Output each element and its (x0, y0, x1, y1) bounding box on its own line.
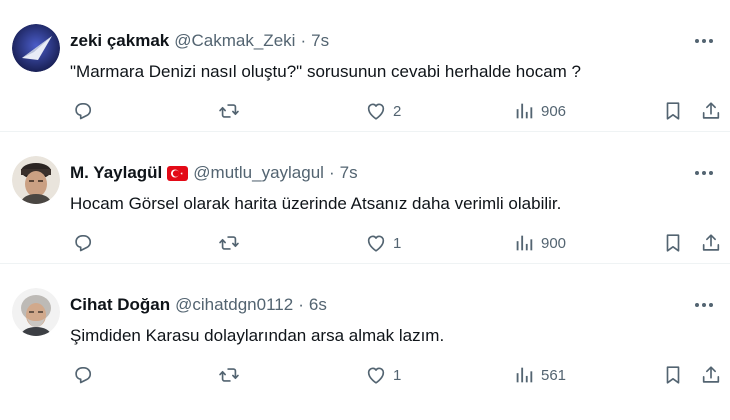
bookmark-icon (666, 366, 680, 384)
more-dots-icon (695, 39, 713, 43)
avatar-zeki[interactable] (12, 24, 60, 72)
more-button[interactable] (692, 294, 716, 316)
more-dots-icon (695, 171, 713, 175)
author-name[interactable]: M. Yaylagül (70, 163, 162, 183)
retweet-button[interactable] (218, 363, 246, 387)
retweet-icon (219, 368, 239, 382)
timestamp[interactable]: 7s (340, 163, 358, 183)
turkey-flag-icon (167, 165, 189, 181)
separator-dot: · (300, 31, 307, 50)
action-bar: 1 900 (0, 231, 730, 255)
more-dots-icon (695, 303, 713, 307)
like-button[interactable]: 1 (365, 231, 401, 255)
author-name[interactable]: zeki çakmak (70, 31, 169, 51)
reply-button[interactable] (72, 363, 100, 387)
share-icon (702, 102, 720, 119)
retweet-icon (219, 236, 239, 250)
tweet-2[interactable]: M. Yaylagül @mutlu_yaylagul · 7s Hocam G… (0, 132, 730, 264)
like-count: 1 (393, 366, 402, 384)
tweet-text: "Marmara Denizi nasıl oluştu?" sorusunun… (70, 62, 582, 81)
reply-icon (75, 103, 92, 120)
paper-plane-avatar-icon (12, 24, 60, 72)
author-handle[interactable]: @Cakmak_Zeki (174, 31, 295, 51)
views-count: 561 (541, 366, 567, 384)
heart-icon (367, 103, 385, 120)
reply-icon (75, 235, 92, 252)
views-button[interactable]: 561 (513, 363, 566, 387)
avatar-yaylagul[interactable] (12, 156, 60, 204)
reply-button[interactable] (72, 99, 100, 123)
reply-icon (75, 367, 92, 384)
author-name[interactable]: Cihat Doğan (70, 295, 170, 315)
share-button[interactable] (700, 99, 722, 123)
share-button[interactable] (700, 231, 722, 255)
views-count: 906 (541, 102, 567, 120)
like-button[interactable]: 2 (365, 99, 401, 123)
reply-button[interactable] (72, 231, 100, 255)
retweet-button[interactable] (218, 99, 246, 123)
retweet-button[interactable] (218, 231, 246, 255)
heart-icon (367, 367, 385, 384)
tweet-text: Hocam Görsel olarak harita üzerinde Atsa… (70, 194, 562, 213)
tweet-1[interactable]: zeki çakmak @Cakmak_Zeki · 7s "Marmara D… (0, 0, 730, 132)
bookmark-button[interactable] (662, 99, 684, 123)
like-button[interactable]: 1 (365, 363, 401, 387)
heart-icon (367, 235, 385, 252)
share-icon (702, 366, 720, 383)
bookmark-icon (666, 102, 680, 120)
action-bar: 1 561 (0, 363, 730, 387)
views-button[interactable]: 906 (513, 99, 566, 123)
like-count: 1 (393, 234, 402, 252)
views-bar-chart-icon (516, 367, 533, 383)
like-count: 2 (393, 102, 402, 120)
share-button[interactable] (700, 363, 722, 387)
bookmark-button[interactable] (662, 231, 684, 255)
avatar-cihat[interactable] (12, 288, 60, 336)
tweet-header: Cihat Doğan @cihatdgn0112 · 6s (70, 294, 327, 316)
tweet-header: M. Yaylagül @mutlu_yaylagul · 7s (70, 162, 358, 184)
tweet-3[interactable]: Cihat Doğan @cihatdgn0112 · 6s Şimdiden … (0, 264, 730, 414)
bookmark-icon (666, 234, 680, 252)
views-bar-chart-icon (516, 235, 533, 251)
separator-dot: · (328, 163, 335, 182)
action-bar: 2 906 (0, 99, 730, 123)
timestamp[interactable]: 7s (311, 31, 329, 51)
portrait-avatar-icon (12, 288, 60, 336)
bookmark-button[interactable] (662, 363, 684, 387)
more-button[interactable] (692, 162, 716, 184)
views-button[interactable]: 900 (513, 231, 566, 255)
more-button[interactable] (692, 30, 716, 52)
tweet-header: zeki çakmak @Cakmak_Zeki · 7s (70, 30, 329, 52)
views-bar-chart-icon (516, 103, 533, 119)
portrait-avatar-icon (12, 156, 60, 204)
share-icon (702, 234, 720, 251)
author-handle[interactable]: @cihatdgn0112 (175, 295, 293, 315)
author-handle[interactable]: @mutlu_yaylagul (193, 163, 324, 183)
separator-dot: · (298, 295, 304, 314)
tweet-text: Şimdiden Karasu dolaylarından arsa almak… (70, 326, 445, 345)
timestamp[interactable]: 6s (309, 295, 327, 315)
retweet-icon (219, 104, 239, 118)
views-count: 900 (541, 234, 567, 252)
